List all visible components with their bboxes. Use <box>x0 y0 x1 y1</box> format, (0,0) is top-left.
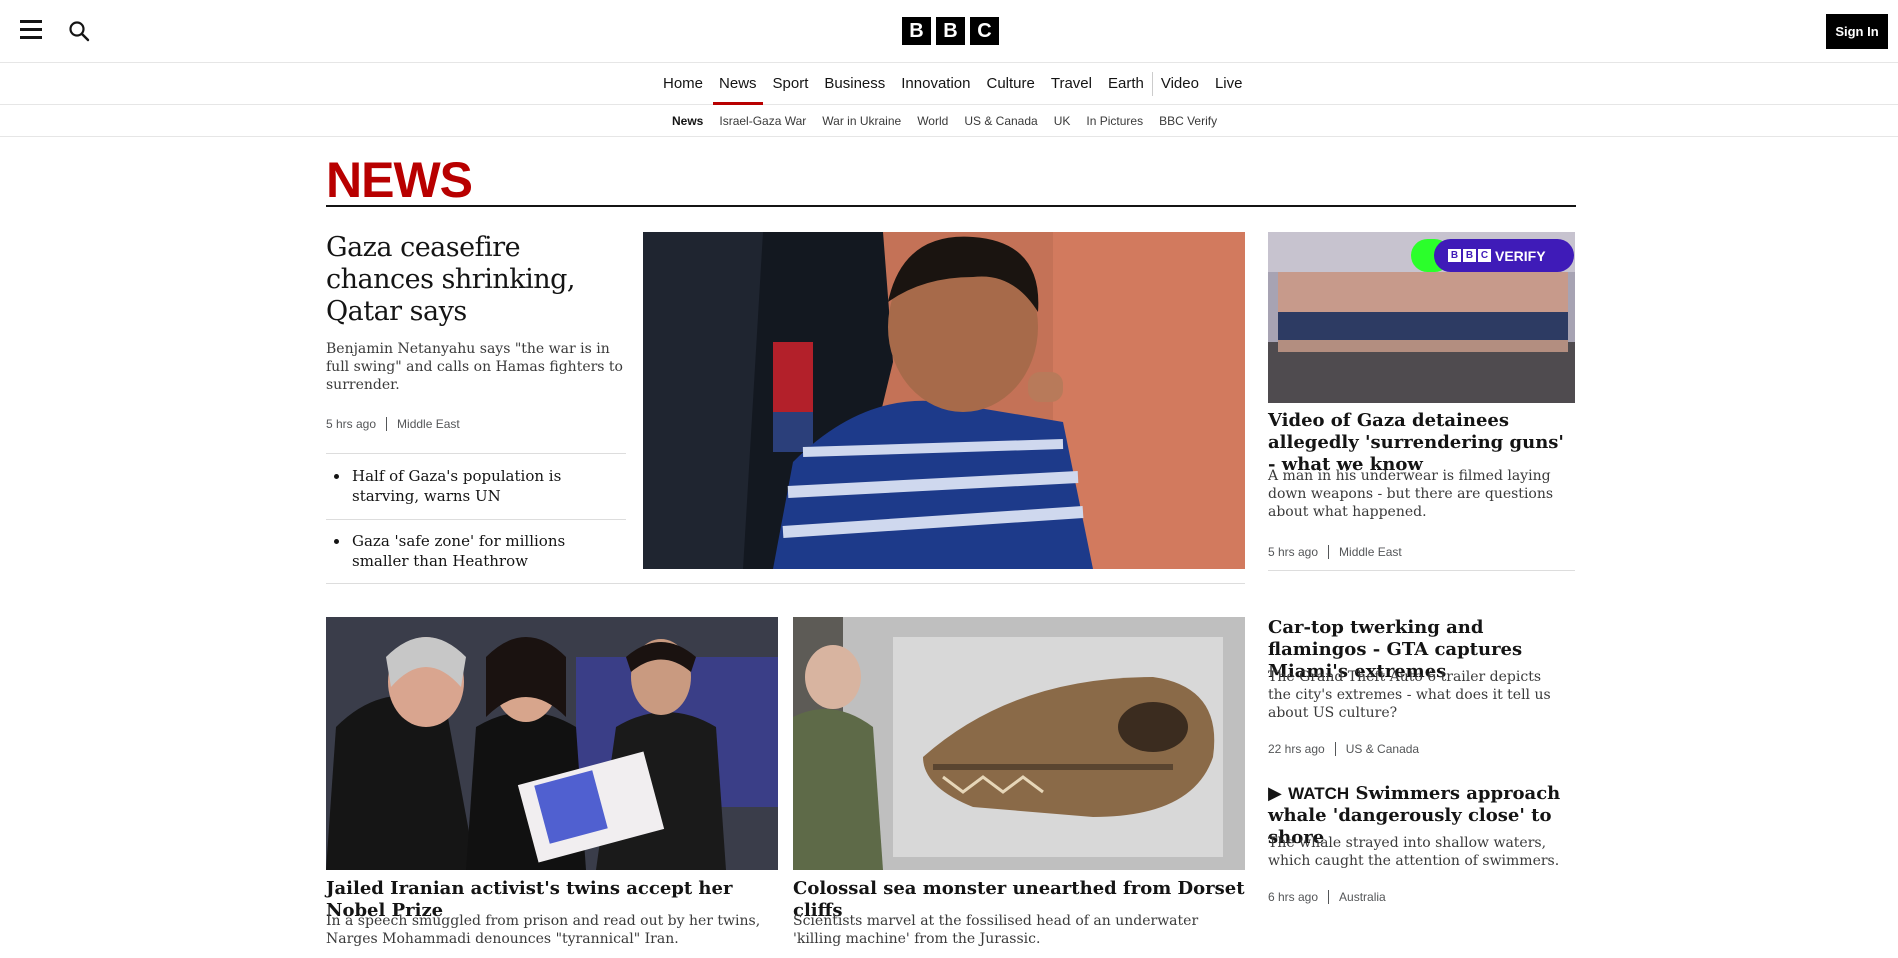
timestamp: 5 hrs ago <box>1268 545 1319 559</box>
section-title: NEWS <box>326 152 473 208</box>
related-link[interactable]: Gaza 'safe zone' for millions smaller th… <box>326 531 626 571</box>
category-label: Australia <box>1339 890 1386 904</box>
lead-image[interactable] <box>643 232 1245 569</box>
nav-news[interactable]: News <box>711 63 765 105</box>
meta-divider <box>1334 742 1336 756</box>
sub-nav: News Israel-Gaza War War in Ukraine Worl… <box>0 105 1898 137</box>
logo-letter: B <box>1463 249 1476 262</box>
logo-letter: B <box>902 17 931 45</box>
card-summary: Scientists marvel at the fossilised head… <box>793 913 1199 947</box>
nav-innovation[interactable]: Innovation <box>893 63 978 105</box>
card-summary: In a speech smuggled from prison and rea… <box>326 913 761 947</box>
nav-culture[interactable]: Culture <box>979 63 1043 105</box>
timestamp: 6 hrs ago <box>1268 890 1319 904</box>
watch-label: WATCH <box>1288 784 1350 803</box>
hamburger-menu-icon[interactable] <box>20 20 42 40</box>
meta-divider <box>1328 890 1330 904</box>
subnav-us-canada[interactable]: US & Canada <box>956 105 1045 137</box>
category-label: US & Canada <box>1345 742 1420 756</box>
section-divider <box>326 205 1576 207</box>
story-meta: 6 hrs ago Australia <box>1268 890 1386 904</box>
nav-home[interactable]: Home <box>655 63 711 105</box>
logo-letter: C <box>970 17 999 45</box>
nav-business[interactable]: Business <box>816 63 893 105</box>
divider <box>326 453 626 454</box>
nav-live[interactable]: Live <box>1207 63 1251 105</box>
logo-letter: B <box>936 17 965 45</box>
timestamp: 5 hrs ago <box>326 417 377 431</box>
divider <box>326 583 1245 584</box>
related-link[interactable]: Half of Gaza's population is starving, w… <box>326 466 626 506</box>
timestamp: 22 hrs ago <box>1268 742 1325 756</box>
category-label: Middle East <box>1339 545 1402 559</box>
nav-video[interactable]: Video <box>1151 72 1207 96</box>
subnav-uk[interactable]: UK <box>1046 105 1079 137</box>
nobel-story-image[interactable] <box>326 617 778 870</box>
story-meta: 22 hrs ago US & Canada <box>1268 742 1419 756</box>
search-icon[interactable] <box>68 20 90 42</box>
play-icon: ▶ <box>1268 783 1282 804</box>
sign-in-button[interactable]: Sign In <box>1826 14 1888 49</box>
divider <box>326 519 626 520</box>
lead-headline[interactable]: Gaza ceasefire chances shrinking, Qatar … <box>326 232 626 328</box>
main-nav: Home News Sport Business Innovation Cult… <box>0 63 1898 105</box>
story-meta: 5 hrs ago Middle East <box>1268 545 1402 559</box>
subnav-bbc-verify[interactable]: BBC Verify <box>1151 105 1225 137</box>
nav-travel[interactable]: Travel <box>1043 63 1100 105</box>
divider <box>1268 570 1575 571</box>
subnav-war-in-ukraine[interactable]: War in Ukraine <box>814 105 909 137</box>
category-label: Middle East <box>397 417 460 431</box>
subnav-in-pictures[interactable]: In Pictures <box>1078 105 1151 137</box>
verify-label: VERIFY <box>1495 247 1546 264</box>
story-summary: A man in his underwear is filmed laying … <box>1268 468 1554 520</box>
fossil-story-image[interactable] <box>793 617 1245 870</box>
story-summary: The Grand Theft Auto 6 trailer depicts t… <box>1268 669 1551 721</box>
logo-letter: B <box>1448 249 1461 262</box>
logo-letter: C <box>1478 249 1491 262</box>
meta-divider <box>1328 545 1330 559</box>
bbc-mini-logo: B B C <box>1448 249 1491 262</box>
bbc-verify-badge: B B C VERIFY <box>1434 239 1574 272</box>
subnav-israel-gaza-war[interactable]: Israel-Gaza War <box>711 105 814 137</box>
subnav-world[interactable]: World <box>909 105 956 137</box>
meta-divider <box>386 417 388 431</box>
lead-summary: Benjamin Netanyahu says "the war is in f… <box>326 341 623 393</box>
bbc-logo[interactable]: B B C <box>902 17 999 45</box>
top-bar: B B C Sign In <box>0 0 1898 63</box>
lead-meta: 5 hrs ago Middle East <box>326 417 460 431</box>
nav-sport[interactable]: Sport <box>765 63 817 105</box>
nav-earth[interactable]: Earth <box>1100 63 1152 105</box>
story-summary: The whale strayed into shallow waters, w… <box>1268 835 1560 869</box>
subnav-news[interactable]: News <box>664 105 711 137</box>
